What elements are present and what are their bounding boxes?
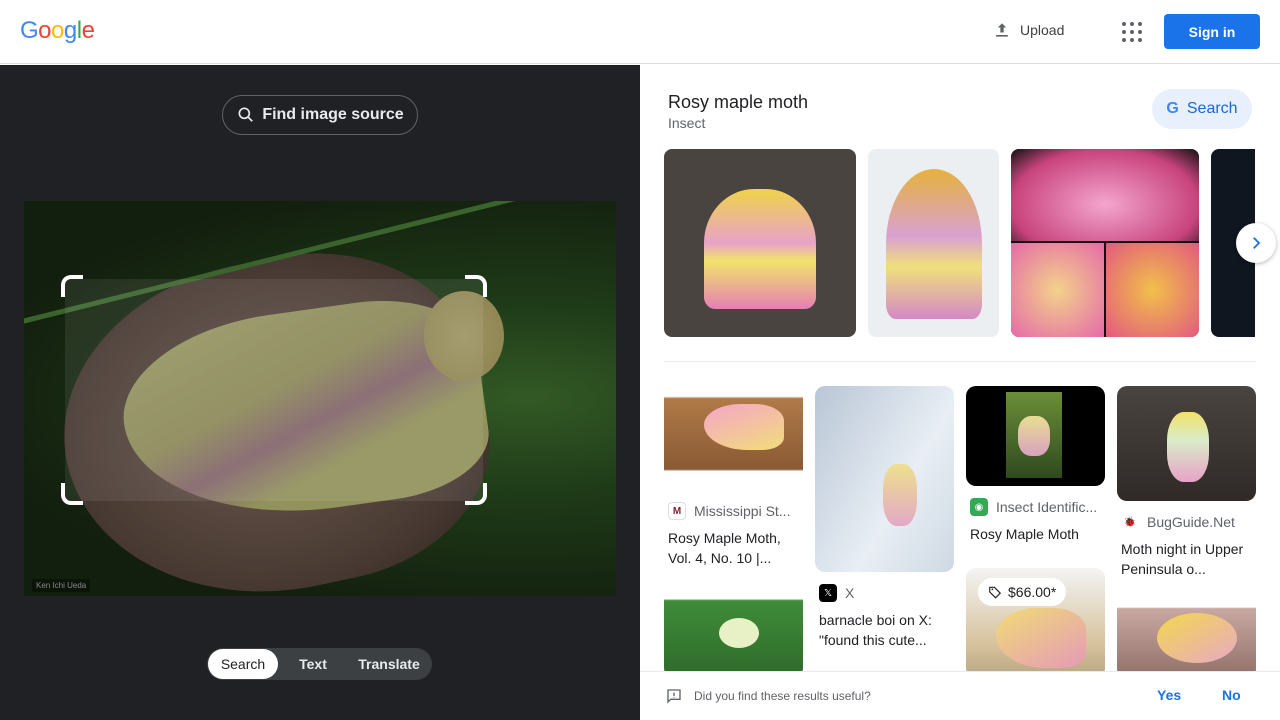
next-images-button[interactable] [1236,223,1276,263]
result-source-label: Mississippi St... [694,503,791,519]
bugguide-favicon-icon: 🐞 [1121,513,1139,531]
result-card[interactable] [1117,599,1256,679]
result-source[interactable]: 🐞 BugGuide.Net [1121,513,1256,531]
result-thumbnail[interactable] [664,588,803,678]
entity-image[interactable] [868,149,999,337]
result-source-label: BugGuide.Net [1147,514,1235,530]
feedback-no-button[interactable]: No [1222,687,1241,703]
entity-search-button[interactable]: G Search [1152,89,1252,129]
price-badge[interactable]: $66.00* [978,578,1067,606]
result-thumbnail[interactable]: $66.00* [966,568,1105,678]
mississippi-state-favicon-icon: M [668,502,686,520]
feedback-bar: Did you find these results useful? Yes N… [640,671,1280,720]
tab-translate[interactable]: Translate [348,649,430,679]
divider [664,361,1256,362]
crop-handle-top-left[interactable] [61,275,83,297]
result-thumbnail[interactable] [1117,599,1256,679]
result-thumbnail[interactable] [966,386,1105,486]
result-card[interactable]: 𝕏 X barnacle boi on X: "found this cute.… [815,386,954,650]
query-image: Ken Ichi Ueda [24,201,616,596]
result-title[interactable]: Moth night in Upper Peninsula o... [1121,539,1252,579]
results-panel: Rosy maple moth Insect G Search M Missis… [640,65,1280,720]
find-image-source-button[interactable]: Find image source [222,95,418,135]
feedback-yes-button[interactable]: Yes [1157,687,1181,703]
crop-handle-top-right[interactable] [465,275,487,297]
result-thumbnail[interactable] [1117,386,1256,501]
result-thumbnail[interactable] [815,386,954,572]
find-image-source-label: Find image source [262,106,404,123]
crop-handle-bottom-right[interactable] [465,483,487,505]
result-source[interactable]: ◉ Insect Identific... [970,498,1105,516]
entity-image[interactable] [1011,149,1199,337]
apps-grid-icon[interactable] [1120,20,1144,44]
result-title[interactable]: Rosy Maple Moth [970,524,1101,544]
feedback-icon [667,689,681,704]
result-card[interactable]: $66.00* [966,568,1105,678]
x-favicon-icon: 𝕏 [819,584,837,602]
google-g-icon: G [1166,100,1179,117]
feedback-question: Did you find these results useful? [694,689,871,703]
top-bar: Google Upload Sign in [0,0,1280,64]
result-card[interactable]: M Mississippi St... Rosy Maple Moth, Vol… [664,386,803,568]
google-logo[interactable]: Google [20,17,95,45]
result-card[interactable]: 🐞 BugGuide.Net Moth night in Upper Penin… [1117,386,1256,579]
result-card[interactable]: ◉ Insect Identific... Rosy Maple Moth [966,386,1105,544]
entity-image[interactable] [664,149,856,337]
tab-text[interactable]: Text [278,649,348,679]
mode-switcher: Search Text Translate [207,648,432,680]
result-source[interactable]: 𝕏 X [819,584,954,602]
result-title[interactable]: barnacle boi on X: "found this cute... [819,610,950,650]
lens-search-icon [238,107,254,122]
upload-icon [996,23,1008,37]
crop-region[interactable] [65,279,483,501]
image-panel: Find image source Ken Ichi Ueda Search T… [0,65,640,720]
result-source-label: Insect Identific... [996,499,1098,515]
tag-icon [989,586,1002,599]
insect-identification-favicon-icon: ◉ [970,498,988,516]
entity-subtitle: Insect [668,115,706,131]
image-watermark: Ken Ichi Ueda [32,579,91,592]
price-label: $66.00* [1008,584,1057,600]
result-title[interactable]: Rosy Maple Moth, Vol. 4, No. 10 |... [668,528,799,568]
tab-search[interactable]: Search [208,649,278,679]
entity-title[interactable]: Rosy maple moth [668,92,808,113]
result-card[interactable] [664,588,803,678]
chevron-right-icon [1253,237,1261,249]
crop-handle-bottom-left[interactable] [61,483,83,505]
upload-label: Upload [1020,22,1065,38]
sign-in-button[interactable]: Sign in [1164,14,1260,49]
result-source[interactable]: M Mississippi St... [668,502,803,520]
result-source-label: X [845,585,855,601]
entity-search-label: Search [1186,100,1238,117]
result-thumbnail[interactable] [664,386,803,490]
upload-button[interactable]: Upload [992,20,1064,40]
